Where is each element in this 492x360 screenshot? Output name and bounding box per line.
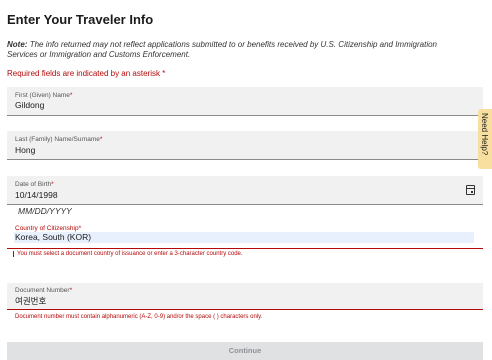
need-help-label: Need Help?	[480, 113, 489, 156]
country-of-citizenship-field[interactable]: Country of Citizenship* Korea, South (KO…	[7, 221, 483, 249]
first-name-field[interactable]: First (Given) Name* Gildong	[7, 87, 483, 116]
date-of-birth-input[interactable]: 10/14/1998	[15, 190, 58, 200]
first-name-input[interactable]: Gildong	[15, 100, 44, 110]
first-name-label: First (Given) Name*	[15, 92, 73, 99]
need-help-tab[interactable]: Need Help?	[478, 109, 492, 169]
note-text: The info returned may not reflect applic…	[7, 40, 437, 59]
page-title: Enter Your Traveler Info	[7, 12, 154, 27]
required-fields-notice: Required fields are indicated by an aste…	[7, 69, 166, 78]
date-of-birth-field[interactable]: Date of Birth* 10/14/1998	[7, 176, 483, 205]
document-number-input[interactable]: 여권번호	[15, 295, 46, 307]
country-of-citizenship-select[interactable]: Korea, South (KOR)	[14, 232, 474, 243]
disclaimer-note: Note: The info returned may not reflect …	[7, 40, 447, 60]
country-error-message: You must select a document country of is…	[13, 251, 243, 257]
last-name-label: Last (Family) Name/Surname*	[15, 136, 103, 143]
last-name-field[interactable]: Last (Family) Name/Surname* Hong	[7, 131, 483, 160]
document-number-field[interactable]: Document Number* 여권번호	[7, 283, 483, 310]
note-label: Note:	[7, 40, 28, 49]
continue-button[interactable]: Continue	[7, 342, 483, 360]
document-number-error-message: Document number must contain alphanumeri…	[15, 314, 263, 320]
country-of-citizenship-label: Country of Citizenship*	[15, 225, 82, 232]
document-number-label: Document Number*	[15, 287, 73, 294]
last-name-input[interactable]: Hong	[15, 145, 35, 155]
date-of-birth-label: Date of Birth*	[15, 181, 54, 188]
country-of-citizenship-value: Korea, South (KOR)	[15, 232, 92, 242]
date-format-hint: MM/DD/YYYY	[18, 206, 72, 216]
calendar-icon[interactable]	[466, 185, 475, 195]
